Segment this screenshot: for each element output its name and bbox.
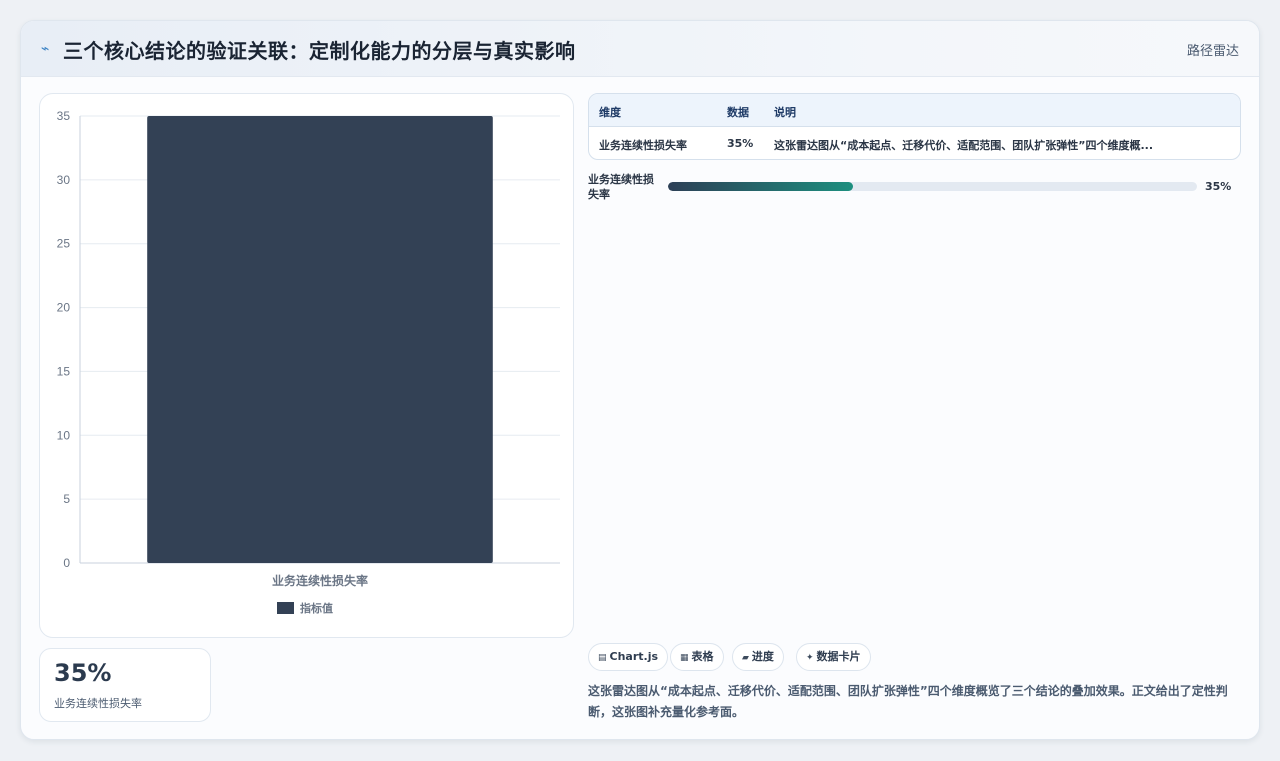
table-icon: ▦	[680, 653, 689, 663]
table-header-row: 维度 数据 说明	[589, 94, 1240, 127]
y-tick-label: 10	[57, 428, 71, 442]
table-header-description: 说明	[774, 106, 796, 119]
chip-progress[interactable]: ▰ 进度	[732, 643, 784, 671]
stat-card: 35% 业务连续性损失率	[39, 648, 211, 722]
y-tick-label: 35	[57, 109, 71, 123]
main-card: ⌁ 三个核心结论的验证关联：定制化能力的分层与真实影响 路径雷达 0 5 10 15 2…	[20, 20, 1260, 740]
chip-label: 数据卡片	[816, 650, 861, 663]
page-title: 三个核心结论的验证关联：定制化能力的分层与真实影响	[63, 39, 576, 63]
card-header: ⌁ 三个核心结论的验证关联：定制化能力的分层与真实影响 路径雷达	[21, 21, 1259, 77]
table-cell-description: 这张雷达图从“成本起点、迁移代价、适配范围、团队扩张弹性”四个维度概...	[774, 139, 1153, 152]
stat-label: 业务连续性损失率	[54, 697, 142, 710]
progress-icon: ▰	[742, 653, 749, 663]
y-tick-label: 25	[57, 237, 71, 251]
lightning-icon: ⌁	[41, 41, 50, 57]
table-header-dimension: 维度	[599, 106, 621, 119]
path-radar-link[interactable]: 路径雷达	[1187, 40, 1239, 59]
progress-value: 35%	[1205, 180, 1232, 193]
chip-label: Chart.js	[609, 650, 659, 663]
chip-label: 表格	[691, 650, 714, 663]
chart-panel: 0 5 10 15 20 25 30 35 业务连续性损失率指标值	[39, 93, 574, 638]
chip-data-card[interactable]: ✦ 数据卡片	[796, 643, 871, 671]
progress-fill	[668, 182, 854, 191]
data-table: 维度 数据 说明 业务连续性损失率 35% 这张雷达图从“成本起点、迁移代价、适…	[588, 93, 1241, 160]
progress-label: 业务连续性损失率	[588, 173, 654, 201]
y-tick-label: 20	[57, 301, 71, 315]
x-tick-label: 业务连续性损失率	[272, 573, 368, 588]
chip-label: 进度	[751, 650, 774, 663]
sparkle-icon: ✦	[806, 653, 814, 663]
progress-track	[668, 182, 1197, 191]
chip-table[interactable]: ▦ 表格	[670, 643, 724, 671]
y-tick-label: 30	[57, 173, 71, 187]
table-cell-data: 35%	[727, 137, 754, 150]
chart-icon: ▤	[598, 653, 607, 663]
y-tick-label: 15	[57, 364, 71, 378]
y-tick-label: 5	[63, 492, 70, 506]
bar-chart: 0 5 10 15 20 25 30 35 业务连续性损失率指标值	[57, 109, 560, 615]
table-cell-dimension: 业务连续性损失率	[599, 139, 687, 152]
legend-swatch	[277, 602, 294, 614]
y-tick-label: 0	[63, 556, 70, 570]
table-header-data: 数据	[727, 106, 749, 119]
chip-chartjs[interactable]: ▤ Chart.js	[588, 643, 669, 671]
bar	[147, 116, 493, 563]
stat-value: 35%	[54, 659, 112, 687]
chart-description: 这张雷达图从“成本起点、迁移代价、适配范围、团队扩张弹性”四个维度概览了三个结论…	[588, 684, 1228, 719]
legend-label: 指标值	[300, 601, 333, 615]
